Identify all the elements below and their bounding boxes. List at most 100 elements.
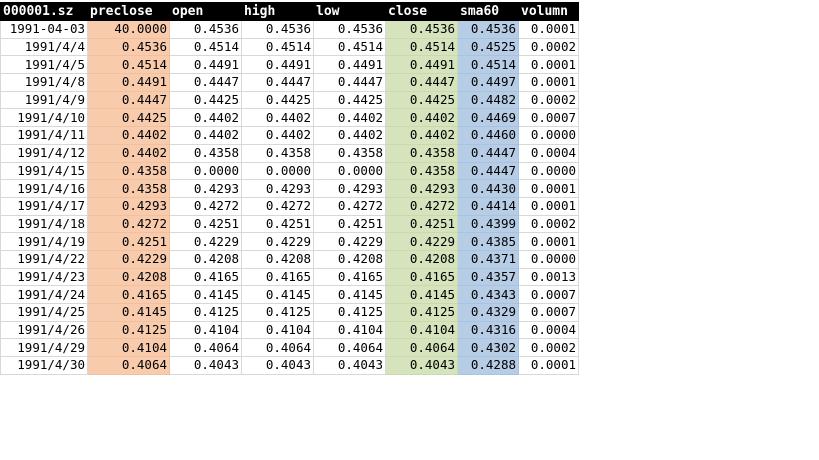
cell-volumn[interactable]: 0.0002 <box>518 90 579 110</box>
cell-preclose[interactable]: 0.4293 <box>87 196 170 216</box>
cell-close[interactable]: 0.4251 <box>385 214 458 234</box>
cell-open[interactable]: 0.4125 <box>169 303 242 322</box>
cell-preclose[interactable]: 0.4536 <box>87 37 170 57</box>
cell-sma60[interactable]: 0.4316 <box>457 320 519 340</box>
cell-sma60[interactable]: 0.4430 <box>457 179 519 198</box>
cell-low[interactable]: 0.4043 <box>313 356 386 375</box>
cell-sma60[interactable]: 0.4460 <box>457 126 519 145</box>
cell-sma60[interactable]: 0.4536 <box>457 20 519 39</box>
cell-low[interactable]: 0.4514 <box>313 37 386 57</box>
cell-preclose[interactable]: 0.4272 <box>87 214 170 234</box>
cell-high[interactable]: 0.4043 <box>241 356 314 375</box>
cell-high[interactable]: 0.4425 <box>241 90 314 110</box>
header-high[interactable]: high <box>241 2 314 21</box>
cell-preclose[interactable]: 0.4402 <box>87 143 170 163</box>
cell-volumn[interactable]: 0.0002 <box>518 214 579 234</box>
cell-close[interactable]: 0.4064 <box>385 338 458 358</box>
cell-open[interactable]: 0.4536 <box>169 20 242 39</box>
cell-open[interactable]: 0.4229 <box>169 232 242 251</box>
cell-high[interactable]: 0.4447 <box>241 73 314 92</box>
cell-volumn[interactable]: 0.0002 <box>518 37 579 57</box>
cell-open[interactable]: 0.4043 <box>169 356 242 375</box>
cell-date[interactable]: 1991/4/19 <box>0 232 88 251</box>
cell-open[interactable]: 0.4402 <box>169 108 242 128</box>
cell-preclose[interactable]: 0.4251 <box>87 232 170 251</box>
cell-sma60[interactable]: 0.4514 <box>457 55 519 75</box>
cell-volumn[interactable]: 0.0001 <box>518 73 579 92</box>
cell-date[interactable]: 1991-04-03 <box>0 20 88 39</box>
cell-close[interactable]: 0.4358 <box>385 143 458 163</box>
cell-sma60[interactable]: 0.4399 <box>457 214 519 234</box>
cell-date[interactable]: 1991/4/23 <box>0 267 88 287</box>
cell-preclose[interactable]: 0.4358 <box>87 179 170 198</box>
cell-high[interactable]: 0.4229 <box>241 232 314 251</box>
cell-low[interactable]: 0.4402 <box>313 126 386 145</box>
cell-low[interactable]: 0.0000 <box>313 161 386 181</box>
cell-date[interactable]: 1991/4/24 <box>0 285 88 304</box>
cell-open[interactable]: 0.4402 <box>169 126 242 145</box>
cell-close[interactable]: 0.4104 <box>385 320 458 340</box>
cell-close[interactable]: 0.4043 <box>385 356 458 375</box>
cell-preclose[interactable]: 0.4491 <box>87 73 170 92</box>
cell-high[interactable]: 0.4491 <box>241 55 314 75</box>
cell-sma60[interactable]: 0.4497 <box>457 73 519 92</box>
cell-volumn[interactable]: 0.0001 <box>518 196 579 216</box>
cell-low[interactable]: 0.4251 <box>313 214 386 234</box>
header-close[interactable]: close <box>385 2 458 21</box>
cell-preclose[interactable]: 0.4402 <box>87 126 170 145</box>
cell-low[interactable]: 0.4358 <box>313 143 386 163</box>
cell-open[interactable]: 0.4293 <box>169 179 242 198</box>
cell-open[interactable]: 0.4064 <box>169 338 242 358</box>
cell-sma60[interactable]: 0.4343 <box>457 285 519 304</box>
cell-date[interactable]: 1991/4/18 <box>0 214 88 234</box>
cell-preclose[interactable]: 0.4145 <box>87 303 170 322</box>
cell-sma60[interactable]: 0.4447 <box>457 143 519 163</box>
cell-high[interactable]: 0.4293 <box>241 179 314 198</box>
cell-open[interactable]: 0.4514 <box>169 37 242 57</box>
cell-close[interactable]: 0.4402 <box>385 108 458 128</box>
cell-low[interactable]: 0.4165 <box>313 267 386 287</box>
cell-volumn[interactable]: 0.0000 <box>518 249 579 269</box>
cell-date[interactable]: 1991/4/30 <box>0 356 88 375</box>
cell-low[interactable]: 0.4293 <box>313 179 386 198</box>
cell-volumn[interactable]: 0.0004 <box>518 320 579 340</box>
cell-date[interactable]: 1991/4/29 <box>0 338 88 358</box>
cell-open[interactable]: 0.4165 <box>169 267 242 287</box>
cell-low[interactable]: 0.4272 <box>313 196 386 216</box>
header-date[interactable]: 000001.sz <box>0 2 88 21</box>
cell-high[interactable]: 0.4165 <box>241 267 314 287</box>
cell-date[interactable]: 1991/4/11 <box>0 126 88 145</box>
cell-low[interactable]: 0.4208 <box>313 249 386 269</box>
cell-preclose[interactable]: 0.4165 <box>87 285 170 304</box>
cell-preclose[interactable]: 0.4358 <box>87 161 170 181</box>
cell-close[interactable]: 0.4358 <box>385 161 458 181</box>
cell-preclose[interactable]: 0.4064 <box>87 356 170 375</box>
cell-preclose[interactable]: 0.4104 <box>87 338 170 358</box>
cell-preclose[interactable]: 0.4514 <box>87 55 170 75</box>
cell-open[interactable]: 0.4104 <box>169 320 242 340</box>
cell-close[interactable]: 0.4514 <box>385 37 458 57</box>
header-volumn[interactable]: volumn <box>518 2 579 21</box>
cell-preclose[interactable]: 0.4229 <box>87 249 170 269</box>
cell-date[interactable]: 1991/4/8 <box>0 73 88 92</box>
cell-open[interactable]: 0.4145 <box>169 285 242 304</box>
cell-close[interactable]: 0.4208 <box>385 249 458 269</box>
cell-volumn[interactable]: 0.0001 <box>518 20 579 39</box>
cell-close[interactable]: 0.4447 <box>385 73 458 92</box>
cell-low[interactable]: 0.4125 <box>313 303 386 322</box>
cell-low[interactable]: 0.4402 <box>313 108 386 128</box>
cell-high[interactable]: 0.4251 <box>241 214 314 234</box>
cell-open[interactable]: 0.4447 <box>169 73 242 92</box>
cell-sma60[interactable]: 0.4288 <box>457 356 519 375</box>
cell-low[interactable]: 0.4447 <box>313 73 386 92</box>
cell-volumn[interactable]: 0.0001 <box>518 179 579 198</box>
cell-date[interactable]: 1991/4/25 <box>0 303 88 322</box>
header-open[interactable]: open <box>169 2 242 21</box>
cell-high[interactable]: 0.4514 <box>241 37 314 57</box>
cell-sma60[interactable]: 0.4482 <box>457 90 519 110</box>
cell-close[interactable]: 0.4272 <box>385 196 458 216</box>
cell-high[interactable]: 0.4125 <box>241 303 314 322</box>
cell-low[interactable]: 0.4145 <box>313 285 386 304</box>
cell-close[interactable]: 0.4425 <box>385 90 458 110</box>
cell-sma60[interactable]: 0.4447 <box>457 161 519 181</box>
